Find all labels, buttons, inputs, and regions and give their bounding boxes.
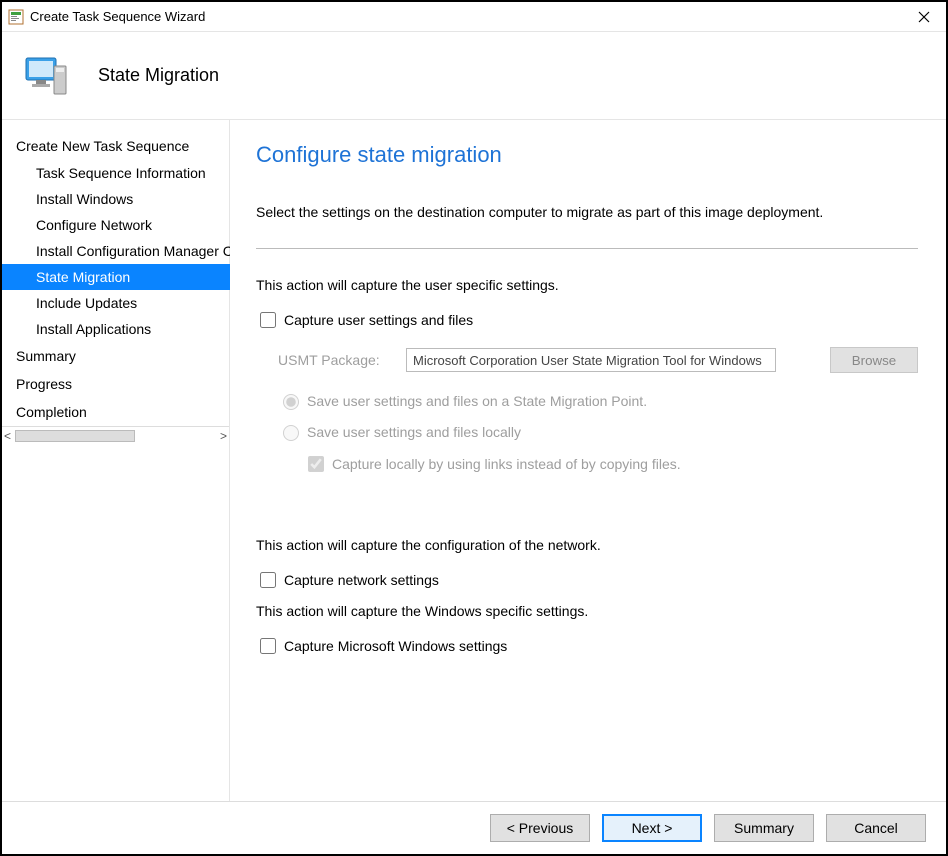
capture-network-checkbox[interactable] (260, 572, 276, 588)
nav-configure-network[interactable]: Configure Network (2, 212, 230, 238)
capture-network-label: Capture network settings (284, 572, 439, 588)
cancel-button[interactable]: Cancel (826, 814, 926, 842)
save-smp-radio (283, 394, 299, 410)
save-local-label: Save user settings and files locally (307, 424, 521, 440)
capture-windows-checkbox[interactable] (260, 638, 276, 654)
nav-create-new-task-sequence[interactable]: Create New Task Sequence (2, 132, 230, 160)
browse-button: Browse (830, 347, 918, 373)
usmt-package-field (406, 348, 776, 372)
scroll-right-icon[interactable]: > (220, 429, 227, 443)
nav-state-migration[interactable]: State Migration (2, 264, 230, 290)
capture-user-label: Capture user settings and files (284, 312, 473, 328)
nav-install-config-manager[interactable]: Install Configuration Manager Client (2, 238, 230, 264)
capture-links-label: Capture locally by using links instead o… (332, 456, 681, 472)
summary-button[interactable]: Summary (714, 814, 814, 842)
page-name: State Migration (98, 65, 219, 86)
nav-task-sequence-information[interactable]: Task Sequence Information (2, 160, 230, 186)
scroll-thumb[interactable] (15, 430, 135, 442)
previous-button[interactable]: < Previous (490, 814, 590, 842)
nav-completion[interactable]: Completion (2, 398, 230, 426)
wizard-header: State Migration (2, 32, 946, 120)
save-local-radio (283, 425, 299, 441)
nav-progress[interactable]: Progress (2, 370, 230, 398)
content-title: Configure state migration (256, 142, 918, 168)
capture-windows-label: Capture Microsoft Windows settings (284, 638, 507, 654)
capture-links-checkbox (308, 456, 324, 472)
titlebar: Create Task Sequence Wizard (2, 2, 946, 32)
windows-section-label: This action will capture the Windows spe… (256, 603, 918, 619)
wizard-nav: Create New Task Sequence Task Sequence I… (2, 120, 230, 426)
content-intro: Select the settings on the destination c… (256, 204, 918, 249)
usmt-package-label: USMT Package: (256, 352, 406, 368)
scroll-left-icon[interactable]: < (4, 429, 11, 443)
nav-include-updates[interactable]: Include Updates (2, 290, 230, 316)
wizard-content: Configure state migration Select the set… (230, 120, 946, 801)
app-icon (8, 9, 24, 25)
user-section-label: This action will capture the user specif… (256, 277, 918, 293)
nav-install-windows[interactable]: Install Windows (2, 186, 230, 212)
nav-install-applications[interactable]: Install Applications (2, 316, 230, 342)
window-title: Create Task Sequence Wizard (30, 9, 904, 24)
nav-summary[interactable]: Summary (2, 342, 230, 370)
capture-user-checkbox[interactable] (260, 312, 276, 328)
close-button[interactable] (904, 3, 944, 31)
nav-horizontal-scrollbar[interactable]: < > (2, 426, 229, 444)
network-section-label: This action will capture the configurati… (256, 537, 918, 553)
save-smp-label: Save user settings and files on a State … (307, 393, 647, 409)
wizard-icon (22, 52, 70, 100)
next-button[interactable]: Next > (602, 814, 702, 842)
wizard-footer: < Previous Next > Summary Cancel (2, 802, 946, 854)
